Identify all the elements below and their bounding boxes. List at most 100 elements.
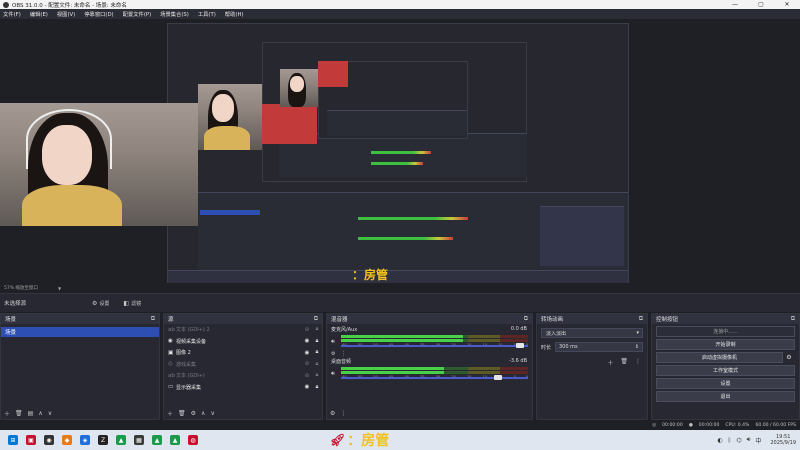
eye-hidden-icon[interactable]: ⊘	[302, 361, 312, 367]
app-orange-icon[interactable]: ◆	[62, 435, 72, 445]
preview-canvas[interactable]: ：房管	[0, 19, 800, 283]
source-row[interactable]: ◉ 视频采集设备 ◉ 🔒︎	[164, 336, 322, 348]
windows-start-icon[interactable]: ⊞	[8, 435, 18, 445]
menu-edit[interactable]: 编辑(E)	[30, 10, 48, 18]
gear-icon[interactable]: ⚙	[191, 410, 196, 417]
lock-icon[interactable]: 🔒︎	[312, 326, 322, 333]
eye-icon[interactable]: ◉	[302, 338, 312, 344]
more-icon[interactable]: ⋮	[635, 358, 641, 367]
volume-slider-handle[interactable]	[516, 343, 525, 348]
source-row[interactable]: ▭ 显示器采集 ◉ 🔒︎	[164, 382, 322, 394]
eye-hidden-icon[interactable]: ⊘	[302, 373, 312, 379]
menu-view[interactable]: 视图(V)	[57, 10, 75, 18]
lock-icon[interactable]: 🔒︎	[312, 372, 322, 379]
scene-item[interactable]: 场景	[1, 327, 159, 337]
app-triangle-icon[interactable]: ▲	[152, 435, 162, 445]
nested-red-card	[318, 61, 348, 87]
sources-dock: 源 ⧉ ab 文本 (GDI+) 2 ⊘ 🔒︎ ◉ 视频采集设备 ◉ 🔒︎ ▣ …	[163, 313, 323, 420]
volume-icon[interactable]: 🔊︎	[331, 338, 341, 346]
start-recording-button[interactable]: 开始录制	[656, 339, 795, 350]
trash-icon[interactable]: 🗑	[620, 358, 628, 367]
volume-slider-handle[interactable]	[493, 375, 502, 380]
properties-button[interactable]: ⚙ 设置	[92, 300, 109, 307]
undock-icon[interactable]: ⧉	[314, 315, 318, 323]
arrow-up-icon[interactable]: ∧	[201, 410, 205, 417]
app-red-icon[interactable]: ◍	[188, 435, 198, 445]
ime-icon[interactable]: 中	[755, 436, 761, 445]
speaker-icon[interactable]: 🔊︎	[747, 436, 751, 444]
close-button[interactable]: ✕	[774, 1, 800, 8]
gear-icon[interactable]: ⚙	[783, 354, 795, 361]
app-triangle-icon[interactable]: ▲	[116, 435, 126, 445]
menu-docks[interactable]: 停靠窗口(D)	[84, 10, 113, 18]
clock[interactable]: 19:51 2025/9/19	[770, 434, 796, 446]
level-fill	[341, 339, 463, 342]
minimize-button[interactable]: —	[722, 1, 748, 8]
start-virtual-camera-button[interactable]: 启动虚拟摄像机	[656, 352, 783, 363]
menu-scene-collection[interactable]: 场景集合(S)	[160, 10, 189, 18]
source-row[interactable]: ab 文本 (GDI+) ⊘ 🔒︎	[164, 370, 322, 382]
obs-icon[interactable]: ◉	[44, 435, 54, 445]
more-icon[interactable]: ⋮	[340, 410, 346, 417]
app-blue-icon[interactable]: ◈	[80, 435, 90, 445]
add-icon[interactable]: ＋	[4, 409, 10, 418]
lock-icon[interactable]: 🔒︎	[312, 349, 322, 356]
mixer-channel-desktop: 桌面音频 -3.6 dB 🔊︎ -60-55-50-45-40-35-30-25…	[327, 356, 532, 388]
filter-icon: ◧	[123, 299, 130, 307]
mixer-title: 混音器	[331, 317, 348, 323]
arrow-down-icon[interactable]: ∨	[48, 410, 52, 417]
nested-scene-highlight	[200, 210, 260, 215]
transitions-header: 转场动画 ⧉	[537, 314, 647, 324]
undock-icon[interactable]: ⧉	[639, 315, 643, 323]
nested-controls	[540, 206, 624, 266]
eye-icon[interactable]: ◉	[302, 350, 312, 356]
exit-button[interactable]: 退出	[656, 391, 795, 402]
transition-select[interactable]: 淡入淡出 ▾	[541, 328, 643, 338]
bluetooth-icon[interactable]: ᛒ	[728, 437, 732, 444]
volume-icon[interactable]: 🔊︎	[331, 370, 341, 378]
source-row[interactable]: ◎ 游戏采集 ⊘ 🔒︎	[164, 359, 322, 371]
source-name: 视频采集设备	[176, 338, 207, 345]
duration-spinbox[interactable]: 300 ms ⇕	[555, 342, 643, 352]
trash-icon[interactable]: 🗑	[178, 410, 186, 417]
undock-icon[interactable]: ⧉	[524, 315, 528, 323]
app-dark-icon[interactable]: ▦	[134, 435, 144, 445]
app-triangle-icon[interactable]: ▲	[170, 435, 180, 445]
gear-icon[interactable]: ⚙	[330, 410, 335, 417]
add-icon[interactable]: ＋	[607, 358, 613, 367]
properties-label: 设置	[99, 300, 110, 307]
source-row[interactable]: ab 文本 (GDI+) 2 ⊘ 🔒︎	[164, 324, 322, 336]
eye-hidden-icon[interactable]: ⊘	[302, 327, 312, 333]
menu-tools[interactable]: 工具(T)	[198, 10, 216, 18]
filters-button[interactable]: ◧ 滤镜	[123, 300, 141, 307]
spin-arrows-icon[interactable]: ⇕	[635, 344, 639, 350]
tray-app-icon[interactable]: ◐	[717, 437, 722, 444]
connecting-button[interactable]: 连接中......	[656, 326, 795, 337]
network-icon[interactable]: ⌬	[736, 437, 741, 444]
menu-file[interactable]: 文件(F)	[3, 10, 21, 18]
lock-icon[interactable]: 🔒︎	[312, 338, 322, 345]
filter-icon[interactable]: ▤	[28, 410, 34, 417]
menu-profile[interactable]: 配置文件(P)	[123, 10, 152, 18]
source-toolbar: 未选择源 ⚙ 设置 ◧ 滤镜	[0, 293, 800, 312]
lock-icon[interactable]: 🔒︎	[312, 384, 322, 391]
volume-slider[interactable]	[341, 345, 528, 347]
trash-icon[interactable]: 🗑	[15, 410, 23, 417]
app-red-icon[interactable]: ▣	[26, 435, 36, 445]
arrow-up-icon[interactable]: ∧	[38, 410, 42, 417]
eye-icon[interactable]: ◉	[302, 384, 312, 390]
maximize-button[interactable]: ▢	[748, 1, 774, 8]
add-icon[interactable]: ＋	[167, 409, 173, 418]
webcam-feed	[0, 103, 198, 226]
undock-icon[interactable]: ⧉	[151, 315, 155, 323]
studio-mode-button[interactable]: 工作室模式	[656, 365, 795, 376]
menu-help[interactable]: 帮助(H)	[225, 10, 244, 18]
zoom-label[interactable]: 57% 缩放至窗口	[4, 285, 38, 291]
lock-icon[interactable]: 🔒︎	[312, 361, 322, 368]
source-row[interactable]: ▣ 图像 2 ◉ 🔒︎	[164, 347, 322, 359]
undock-icon[interactable]: ⧉	[791, 315, 795, 323]
arrow-down-icon[interactable]: ∨	[210, 410, 214, 417]
app-z-icon[interactable]: Z	[98, 435, 108, 445]
settings-button[interactable]: 设置	[656, 378, 795, 389]
chevron-down-icon[interactable]: ▼	[58, 286, 61, 291]
